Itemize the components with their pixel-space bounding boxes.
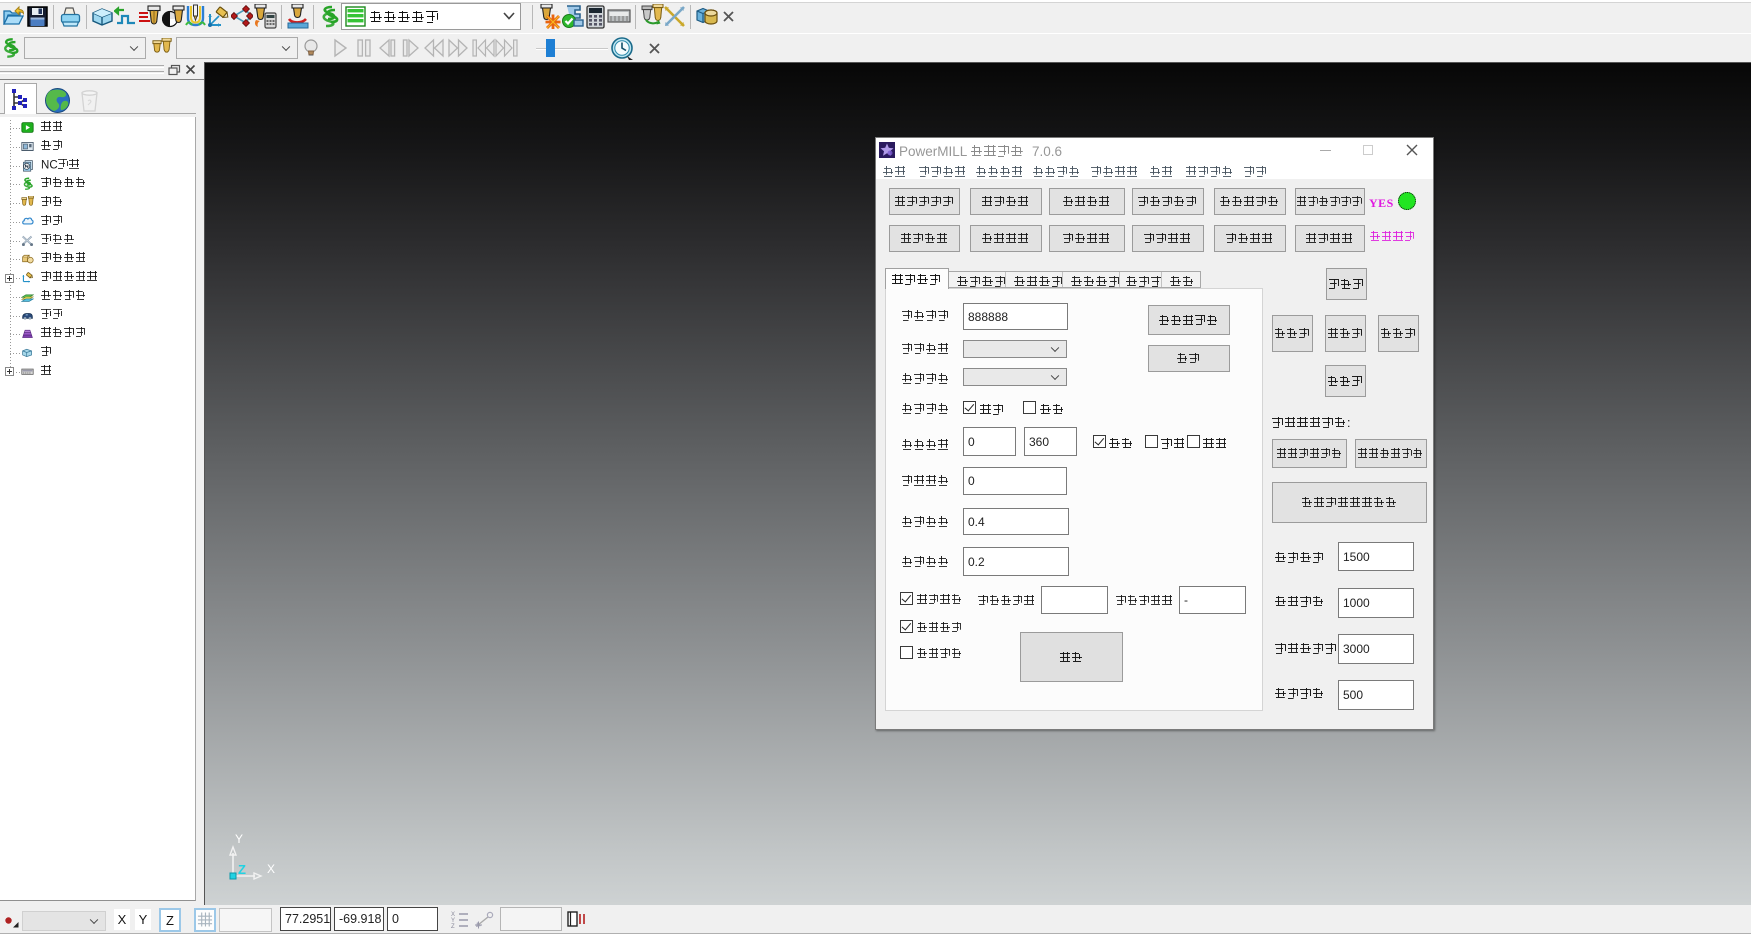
svg-text:Z: Z <box>451 924 455 929</box>
svg-text:Y: Y <box>235 832 243 846</box>
svg-text:X: X <box>267 862 275 876</box>
svg-text:Z: Z <box>238 862 246 877</box>
